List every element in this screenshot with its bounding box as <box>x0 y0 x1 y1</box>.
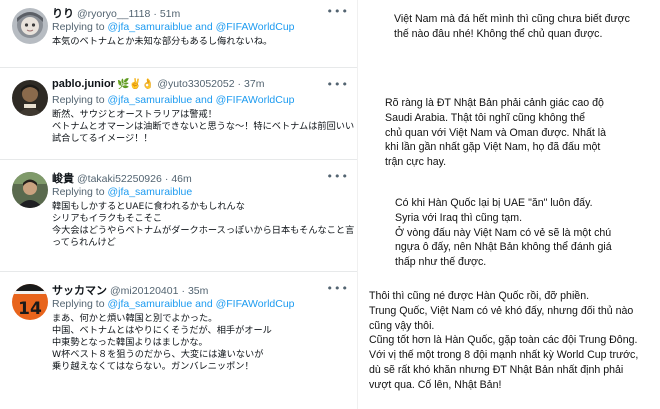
reply-mentions[interactable]: @jfa_samuraiblue and @FIFAWorldCup <box>107 298 294 310</box>
tweet-text-line: 断然、サウジとオーストラリアは警戒！ <box>52 109 217 120</box>
separator-dot: · <box>237 78 242 90</box>
translation-line: Saudi Arabia. Thật tôi nghĩ cũng không t… <box>385 111 586 124</box>
tweet-text-line: 試合してるイメージ！！ <box>52 133 153 144</box>
tweet[interactable]: りり @ryoryo__1118 · 51m ••• Replying to @… <box>0 0 357 68</box>
avatar[interactable] <box>12 80 48 116</box>
translation-line: Rõ ràng là ĐT Nhật Bản phải cảnh giác ca… <box>385 97 604 109</box>
timestamp[interactable]: 46m <box>171 173 191 185</box>
jersey-number: 14 <box>18 299 42 319</box>
avatar-image <box>12 8 48 44</box>
more-horizontal-icon[interactable]: ••• <box>327 170 349 183</box>
tweet-text: まあ、何かと煩い韓国と別でよかった。 中国、ベトナムとはやりにくそうだが、相手が… <box>52 313 351 373</box>
timestamp[interactable]: 35m <box>188 285 208 297</box>
tweet-text: 韓国もしかするとUAEに食われるかもしれんな シリアもイラクもそこそこ 今大会は… <box>52 201 355 249</box>
tweet-header: りり @ryoryo__1118 · 51m <box>52 5 351 20</box>
reply-context: Replying to @jfa_samuraiblue and @FIFAWo… <box>52 94 351 107</box>
reply-prefix: Replying to <box>52 186 105 198</box>
display-name[interactable]: 峻貴 <box>52 170 74 186</box>
separator-dot: · <box>164 173 169 185</box>
translation-line: Thôi thì cũng né được Hàn Quốc rồi, đỡ p… <box>369 290 590 302</box>
avatar[interactable] <box>12 172 48 208</box>
translation-line: Với vị thế một trong 8 đội mạnh nhất kỳ … <box>369 349 639 362</box>
tweet[interactable]: 峻貴 @takaki52250926 · 46m ••• Replying to… <box>0 160 357 272</box>
tweet-content: pablo.junior 🌿✌️👌 @yuto33052052 · 37m ••… <box>52 78 355 145</box>
avatar[interactable] <box>12 8 48 44</box>
tweet-text-line: ベトナムとオマーンは油断できないと思うな〜！特にベトナムは前回いい <box>52 121 355 132</box>
translation-line: thế nào đâu nhé! Không thể chủ quan được… <box>394 27 603 40</box>
tweet-text-line: 中東勢となった韓国よりはましかな。 <box>52 337 208 348</box>
user-handle[interactable]: @takaki52250926 <box>77 173 162 185</box>
translation-line: dù sẽ rất khó khăn nhưng ĐT Nhật Bản nhấ… <box>369 363 624 376</box>
tweet-text-line: 乗り越えなくてはならない。ガンバレニッポン！ <box>52 361 254 372</box>
tweet-content: りり @ryoryo__1118 · 51m ••• Replying to @… <box>52 5 351 48</box>
avatar-image <box>12 172 48 208</box>
translation-line: Cũng tốt hơn là Hàn Quốc, gặp toàn các đ… <box>369 334 638 347</box>
timestamp[interactable]: 51m <box>160 8 180 20</box>
reply-context: Replying to @jfa_samuraiblue and @FIFAWo… <box>52 21 351 34</box>
tweet-text: 断然、サウジとオーストラリアは警戒！ ベトナムとオマーンは油断できないと思うな〜… <box>52 109 355 145</box>
translation-line: thấp như thế được. <box>395 256 487 269</box>
more-horizontal-icon[interactable]: ••• <box>327 5 349 18</box>
tweet-header: pablo.junior 🌿✌️👌 @yuto33052052 · 37m <box>52 78 351 93</box>
translation-line: chủ quan với Việt Nam và Oman được. Nhất… <box>385 126 606 139</box>
translation-block: Có khi Hàn Quốc lại bị UAE "ăn" luôn đấy… <box>395 196 612 270</box>
reply-mentions[interactable]: @jfa_samuraiblue <box>107 186 192 198</box>
tweet-content: サッカマン @mi20120401 · 35m ••• Replying to … <box>52 282 351 373</box>
translation-block: Thôi thì cũng né được Hàn Quốc rồi, đỡ p… <box>369 289 638 393</box>
user-handle[interactable]: @yuto33052052 <box>157 78 234 90</box>
tweet-list: りり @ryoryo__1118 · 51m ••• Replying to @… <box>0 0 357 409</box>
translation-line: Trung Quốc, Việt Nam có vẻ khó đấy, nhưn… <box>369 304 634 317</box>
tweet[interactable]: pablo.junior 🌿✌️👌 @yuto33052052 · 37m ••… <box>0 68 357 160</box>
more-horizontal-icon[interactable]: ••• <box>327 78 349 91</box>
translation-line: Syria với Iraq thì cũng tạm. <box>395 211 523 224</box>
translation-panel: Việt Nam mà đá hết mình thì cũng chưa bi… <box>358 0 660 409</box>
reply-mentions[interactable]: @jfa_samuraiblue and @FIFAWorldCup <box>107 94 294 106</box>
tweet-content: 峻貴 @takaki52250926 · 46m ••• Replying to… <box>52 170 355 249</box>
translation-line: Có khi Hàn Quốc lại bị UAE "ăn" luôn đấy… <box>395 197 593 209</box>
tweet-text-line: 韓国もしかするとUAEに食われるかもしれんな <box>52 201 245 212</box>
avatar-image <box>12 80 48 116</box>
translation-block: Việt Nam mà đá hết mình thì cũng chưa bi… <box>394 12 630 42</box>
user-handle[interactable]: @mi20120401 <box>110 285 178 297</box>
display-name[interactable]: りり <box>52 5 74 21</box>
name-emojis: 🌿✌️👌 <box>116 79 155 90</box>
more-horizontal-icon[interactable]: ••• <box>327 282 349 295</box>
separator-dot: · <box>181 285 185 297</box>
reply-prefix: Replying to <box>52 21 105 33</box>
timestamp[interactable]: 37m <box>244 78 264 90</box>
tweet-header: 峻貴 @takaki52250926 · 46m <box>52 170 351 185</box>
translation-line: Việt Nam mà đá hết mình thì cũng chưa bi… <box>394 13 630 25</box>
avatar[interactable]: 14 <box>12 284 48 320</box>
tweet-text-line: ってられんけど <box>52 237 116 248</box>
separator-dot: · <box>153 8 157 20</box>
translation-line: Ở vòng đấu này Việt Nam có vẻ sẽ là một … <box>395 226 612 239</box>
user-handle[interactable]: @ryoryo__1118 <box>77 8 150 20</box>
reply-mentions[interactable]: @jfa_samuraiblue and @FIFAWorldCup <box>107 21 294 33</box>
tweet-text-line: 今大会はどうやらベトナムがダークホースっぽいから日本もそんなこと言 <box>52 225 355 236</box>
tweet-text-line: W杯ベスト８を狙うのだから、大変には違いないが <box>52 349 264 360</box>
tweet[interactable]: 14 サッカマン @mi20120401 · 35m ••• Replying … <box>0 272 357 409</box>
reply-prefix: Replying to <box>52 94 105 106</box>
display-name[interactable]: pablo.junior <box>52 78 115 90</box>
reply-context: Replying to @jfa_samuraiblue and @FIFAWo… <box>52 298 351 311</box>
tweet-text-line: シリアもイラクもそこそこ <box>52 213 163 224</box>
translation-line: trận cực hay. <box>385 156 447 169</box>
tweet-text-line: まあ、何かと煩い韓国と別でよかった。 <box>52 313 218 324</box>
tweet-text: 本気のベトナムとか未知な部分もあるし侮れないね。 <box>52 36 351 48</box>
display-name[interactable]: サッカマン <box>52 282 107 298</box>
translation-block: Rõ ràng là ĐT Nhật Bản phải cảnh giác ca… <box>385 96 606 170</box>
translation-line: cũng vậy thôi. <box>369 319 435 332</box>
tweet-text-line: 本気のベトナムとか未知な部分もあるし侮れないね。 <box>52 36 273 47</box>
reply-context: Replying to @jfa_samuraiblue <box>52 186 351 199</box>
avatar-image: 14 <box>12 284 48 320</box>
translation-line: khi lần gần nhất gặp Việt Nam, họ đã đấu… <box>385 141 601 154</box>
tweet-text-line: 中国、ベトナムとはやりにくそうだが、相手がオール <box>52 325 272 336</box>
translation-line: ngựa ô đấy, nên Nhật Bản không thể đánh … <box>395 241 612 254</box>
reply-prefix: Replying to <box>52 298 105 310</box>
tweet-header: サッカマン @mi20120401 · 35m <box>52 282 351 297</box>
translation-line: vượt qua. Cố lên, Nhật Bản! <box>369 378 502 391</box>
